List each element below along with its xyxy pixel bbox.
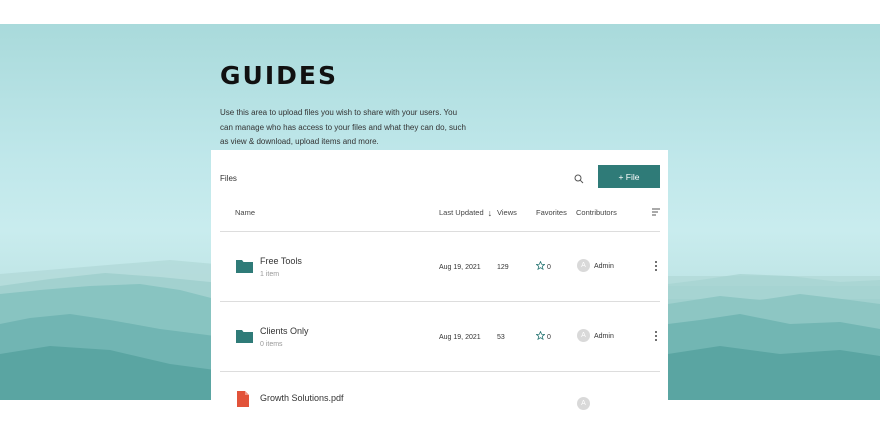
column-header-views[interactable]: Views xyxy=(497,208,517,217)
files-label: Files xyxy=(220,174,237,183)
favorite-count: 0 xyxy=(547,264,551,271)
column-header-favorites[interactable]: Favorites xyxy=(536,208,567,217)
file-views: 129 xyxy=(497,264,509,271)
files-panel: Files + File Name Last Updated ↓ Views Fa… xyxy=(211,150,668,410)
more-vertical-icon[interactable] xyxy=(654,330,658,342)
file-name[interactable]: Free Tools xyxy=(260,256,302,266)
avatar: A xyxy=(577,397,590,410)
column-header-last-updated[interactable]: Last Updated ↓ xyxy=(439,208,492,218)
column-header-name[interactable]: Name xyxy=(235,208,255,217)
sort-icon[interactable] xyxy=(651,207,661,217)
search-icon[interactable] xyxy=(574,174,584,184)
table-row[interactable]: Growth Solutions.pdf A xyxy=(211,371,668,441)
file-views: 53 xyxy=(497,334,505,341)
table-row[interactable]: Clients Only 0 items Aug 19, 2021 53 0 A… xyxy=(211,301,668,371)
page-title: GUIDES xyxy=(220,61,338,90)
add-file-button[interactable]: + File xyxy=(598,165,660,188)
top-bar: · · · · · · · · · xyxy=(0,0,880,24)
more-vertical-icon[interactable] xyxy=(654,260,658,272)
column-header-last-updated-label: Last Updated xyxy=(439,208,484,217)
file-last-updated: Aug 19, 2021 xyxy=(439,264,481,271)
arrow-down-icon: ↓ xyxy=(487,208,493,219)
file-name[interactable]: Clients Only xyxy=(260,326,309,336)
contributor-name: Admin xyxy=(594,263,614,270)
file-name[interactable]: Growth Solutions.pdf xyxy=(260,393,344,403)
star-icon[interactable] xyxy=(536,261,545,270)
folder-icon xyxy=(236,260,253,273)
avatar: A xyxy=(577,329,590,342)
file-last-updated: Aug 19, 2021 xyxy=(439,334,481,341)
favorite-count: 0 xyxy=(547,334,551,341)
header-cut-text: · · · · · · · · · xyxy=(246,0,315,5)
folder-icon xyxy=(236,330,253,343)
star-icon[interactable] xyxy=(536,331,545,340)
page-description: Use this area to upload files you wish t… xyxy=(220,108,466,146)
table-row[interactable]: Free Tools 1 item Aug 19, 2021 129 0 A A… xyxy=(211,231,668,301)
file-item-count: 1 item xyxy=(260,271,280,278)
file-item-count: 0 items xyxy=(260,341,283,348)
contributor-name: Admin xyxy=(594,333,614,340)
pdf-file-icon xyxy=(237,391,249,407)
avatar: A xyxy=(577,259,590,272)
column-header-contributors[interactable]: Contributors xyxy=(576,208,617,217)
